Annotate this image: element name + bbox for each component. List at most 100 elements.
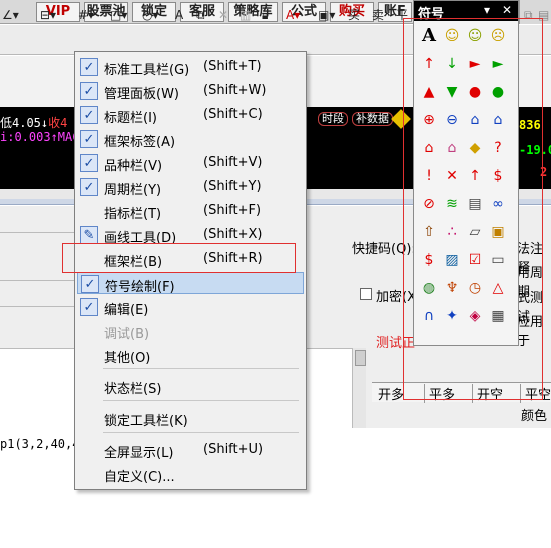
pin-icon[interactable]: ✦	[441, 305, 463, 327]
triangle-up-icon[interactable]: ▲	[418, 81, 440, 103]
menu-item[interactable]: 自定义(C)...	[77, 463, 304, 485]
delete-tool-icon[interactable]: ✕	[218, 6, 228, 24]
bracket-tool-icon[interactable]: ⊟▾	[40, 6, 56, 24]
save-tool-icon[interactable]: ▣▾	[318, 6, 335, 24]
dropdown-icon[interactable]: ▾	[484, 3, 490, 17]
editor-scrollbar[interactable]	[352, 348, 366, 428]
menu-item-label: 周期栏(Y)	[104, 183, 162, 198]
clock-icon[interactable]: ◷	[464, 277, 486, 299]
scroll-thumb[interactable]	[355, 350, 366, 366]
letter-a-icon[interactable]: A	[418, 25, 440, 47]
antenna-icon[interactable]: ♆	[441, 277, 463, 299]
menu-item[interactable]: ✎ 画线工具(D) (Shift+X)	[77, 224, 304, 246]
menu-item[interactable]: ✓ 品种栏(V) (Shift+V)	[77, 152, 304, 174]
tab-close-short[interactable]: 平空	[520, 384, 551, 403]
check-icon: ✓	[80, 154, 98, 172]
padlock-tool-icon[interactable]: 🔒︎	[262, 6, 268, 24]
sell-tool-icon[interactable]: 卖	[372, 6, 384, 24]
symbol-grid: A ☺ ☺ ☹ ↑ ↓ ► ► ▲ ▼ ● ● ⊕ ⊖ ⌂ ⌂ ⌂ ⌂ ◆?! ✕ ↑ $ ⊘ ≋ ▤ ∞ ⇧ ∴ ▱ ▣ $ ▨ ☑ ▭ ◍ ♆ ◷ △…	[418, 25, 514, 341]
menu-item-label: 框架标签(A)	[104, 135, 176, 150]
image-icon[interactable]: ▨	[441, 249, 463, 271]
eraser-icon[interactable]: ▭	[487, 249, 509, 271]
menu-item[interactable]: 其他(O)	[77, 344, 304, 366]
smiley-neutral-icon[interactable]: ☺	[464, 25, 486, 47]
smiley-sad-icon[interactable]: ☹	[487, 25, 509, 47]
grid-icon[interactable]: ▦	[487, 305, 509, 327]
tab-close-long[interactable]: 平多	[424, 384, 472, 403]
menu-item[interactable]: 状态栏(S)	[77, 375, 304, 397]
document-icon[interactable]: ▤	[464, 193, 486, 215]
exclamation-icon[interactable]: !	[418, 165, 440, 187]
menu-item[interactable]: 指标栏(T) (Shift+F)	[77, 200, 304, 222]
plus-circle-icon[interactable]: ⊕	[418, 109, 440, 131]
menu-item-label: 画线工具(D)	[104, 231, 177, 246]
text-tool-icon[interactable]: A	[175, 6, 183, 24]
grid-tool-icon[interactable]: #▾	[78, 6, 94, 24]
close-position-tool-icon[interactable]: 平	[396, 6, 408, 24]
menu-item-label: 标准工具栏(G)	[104, 63, 190, 78]
house-red-icon[interactable]: ⌂	[418, 137, 440, 159]
encrypt-checkbox[interactable]	[360, 288, 372, 300]
gem-icon[interactable]: ◈	[464, 305, 486, 327]
pen-tool-icon[interactable]: ∠▾	[2, 6, 19, 24]
layers-icon[interactable]: ▱	[464, 221, 486, 243]
smiley-happy-icon[interactable]: ☺	[441, 25, 463, 47]
question-icon[interactable]: ?	[487, 137, 509, 159]
menu-item-label: 编辑(E)	[104, 303, 149, 318]
color-tool-icon[interactable]: A▾	[286, 6, 300, 24]
up-arrow-bar-icon[interactable]: ↑	[464, 165, 486, 187]
rect-tool-icon[interactable]: □▾	[110, 6, 127, 24]
tab-open-long[interactable]: 开多	[378, 384, 404, 403]
flag-right-icon[interactable]: ►	[464, 53, 486, 75]
no-sign-icon[interactable]: ⊘	[418, 193, 440, 215]
house-blue-icon[interactable]: ⌂	[464, 109, 486, 131]
menu-item[interactable]: ✓ 标准工具栏(G) (Shift+T)	[77, 56, 304, 78]
fill-data-tag[interactable]: 补数据	[352, 112, 393, 126]
cross-icon[interactable]: ✕	[441, 165, 463, 187]
menu-item-label: 符号绘制(F)	[105, 280, 175, 295]
dots-icon[interactable]: ∴	[441, 221, 463, 243]
copy-right-icon[interactable]: ⧉	[524, 6, 533, 24]
house-small-icon[interactable]: ⌂	[441, 137, 463, 159]
copy-tool-icon[interactable]: ⧉	[196, 6, 205, 24]
menu-item[interactable]: ✓ 框架标签(A)	[77, 128, 304, 150]
dollar-small-icon[interactable]: $	[418, 249, 440, 271]
menu-item[interactable]: ✓ 周期栏(Y) (Shift+Y)	[77, 176, 304, 198]
check-box-icon[interactable]: ☑	[464, 249, 486, 271]
dot-red-icon[interactable]: ●	[464, 81, 486, 103]
house-outline-icon[interactable]: ⌂	[487, 109, 509, 131]
menu-item[interactable]: 锁定工具栏(K)	[77, 407, 304, 429]
strategy-lib-button[interactable]: 策略库	[228, 2, 278, 22]
magnet-icon[interactable]: ∩	[418, 305, 440, 327]
menu-item[interactable]: 全屏显示(L) (Shift+U)	[77, 439, 304, 461]
arrow-down-icon[interactable]: ↓	[441, 53, 463, 75]
menu-item[interactable]: ✓ 标题栏(I) (Shift+C)	[77, 104, 304, 126]
trash-tool-icon[interactable]: ▥	[240, 6, 251, 24]
arrow-up-icon[interactable]: ↑	[418, 53, 440, 75]
close-icon[interactable]: ✕	[502, 3, 512, 17]
globe-icon[interactable]: ◍	[418, 277, 440, 299]
menu-item[interactable]: ✓ 符号绘制(F)	[77, 272, 304, 295]
menu-item[interactable]: ✓ 编辑(E)	[77, 296, 304, 318]
apply-to-label: 应用于	[517, 315, 544, 349]
diamond-icon[interactable]: ◆	[464, 137, 486, 159]
menu-item[interactable]: ✓ 管理面板(W) (Shift+W)	[77, 80, 304, 102]
zigzag-icon[interactable]: ≋	[441, 193, 463, 215]
binoculars-icon[interactable]: ∞	[487, 193, 509, 215]
dollar-icon[interactable]: $	[487, 165, 509, 187]
dot-green-icon[interactable]: ●	[487, 81, 509, 103]
tab-open-short[interactable]: 开空	[472, 384, 520, 403]
triangle-down-icon[interactable]: ▼	[441, 81, 463, 103]
menu-item[interactable]: 框架栏(B) (Shift+R)	[77, 248, 304, 270]
circle-tool-icon[interactable]: ○▾	[142, 6, 159, 24]
paste-right-icon[interactable]: ▤	[538, 6, 549, 24]
flag-left-icon[interactable]: ►	[487, 53, 509, 75]
cube-icon[interactable]: ▣	[487, 221, 509, 243]
warning-icon[interactable]: △	[487, 277, 509, 299]
right-value-3: 2	[540, 165, 548, 179]
check-icon: ✓	[81, 275, 99, 293]
segment-tag[interactable]: 时段	[318, 112, 348, 126]
arrow-box-icon[interactable]: ⇧	[418, 221, 440, 243]
minus-circle-icon[interactable]: ⊖	[441, 109, 463, 131]
buy-tool-icon[interactable]: 买	[348, 6, 360, 24]
